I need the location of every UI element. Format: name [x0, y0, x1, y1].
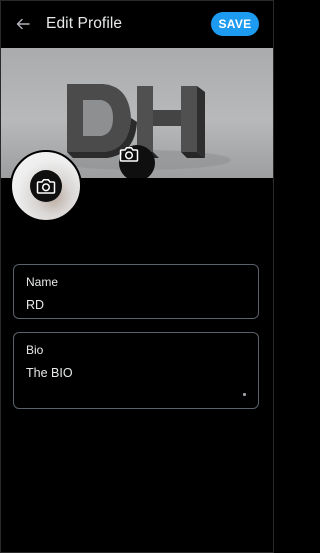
- resize-handle[interactable]: [243, 393, 246, 396]
- camera-icon: [36, 179, 56, 194]
- page-title: Edit Profile: [46, 15, 123, 32]
- name-label: Name: [26, 275, 59, 289]
- avatar[interactable]: [10, 150, 82, 222]
- save-button[interactable]: SAVE: [211, 12, 259, 36]
- bio-field[interactable]: Bio The BIO: [13, 332, 259, 409]
- back-button[interactable]: [12, 13, 34, 35]
- arrow-left-icon: [16, 18, 30, 30]
- bio-label: Bio: [26, 343, 44, 357]
- camera-icon: [119, 147, 139, 162]
- bio-textarea[interactable]: The BIO: [26, 366, 73, 380]
- banner-camera-button[interactable]: [119, 145, 155, 178]
- top-bar: Edit Profile SAVE: [0, 0, 274, 48]
- avatar-camera-button[interactable]: [30, 170, 62, 202]
- name-input[interactable]: RD: [26, 298, 44, 312]
- name-field[interactable]: Name RD: [13, 264, 259, 319]
